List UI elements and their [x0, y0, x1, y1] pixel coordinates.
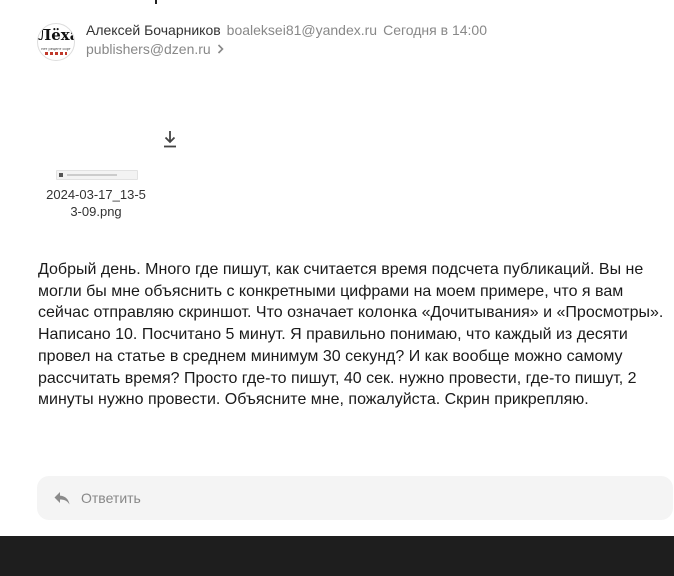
- top-edge-fragment: [155, 0, 157, 4]
- avatar-logo-subtitle: нет рецепт сорт: [41, 46, 71, 51]
- sender-name[interactable]: Алексей Бочарников: [86, 22, 221, 38]
- attachment-file-name[interactable]: 2024-03-17_13-53-09.png: [46, 186, 146, 220]
- attachment-thumbnail[interactable]: [56, 170, 138, 180]
- reply-button[interactable]: Ответить: [37, 476, 673, 520]
- sent-time: Сегодня в 14:00: [383, 22, 487, 38]
- avatar-logo-text: Лёха: [38, 26, 74, 44]
- bottom-dark-bar: [0, 536, 674, 576]
- sender-line: Алексей Бочарников boaleksei81@yandex.ru С…: [86, 21, 487, 39]
- sender-email[interactable]: boaleksei81@yandex.ru: [227, 22, 377, 38]
- avatar-logo-stripe: [45, 52, 67, 55]
- recipient-line[interactable]: publishers@dzen.ru: [86, 40, 224, 59]
- message-body: Добрый день. Много где пишут, как считае…: [38, 261, 664, 409]
- thumbnail-line: [67, 174, 117, 176]
- thumbnail-mark: [59, 173, 63, 177]
- sender-avatar[interactable]: Лёха нет рецепт сорт: [37, 23, 75, 61]
- email-view: Лёха нет рецепт сорт Алексей Бочарников b…: [0, 0, 674, 576]
- reply-label: Ответить: [81, 490, 141, 506]
- download-icon[interactable]: [162, 130, 178, 148]
- reply-arrow-icon: [53, 489, 71, 507]
- recipient-email[interactable]: publishers@dzen.ru: [86, 41, 211, 57]
- chevron-right-icon[interactable]: [217, 41, 224, 59]
